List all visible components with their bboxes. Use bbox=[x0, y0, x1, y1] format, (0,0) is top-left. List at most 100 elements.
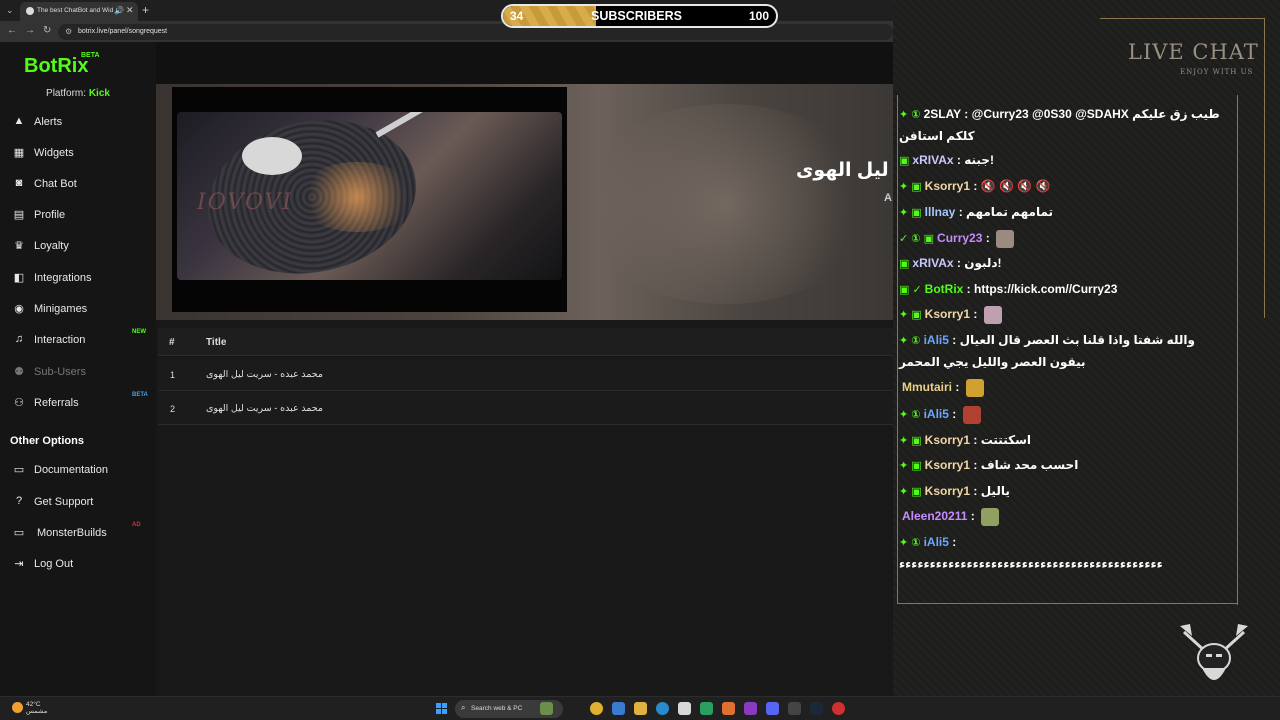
chat-separator: : bbox=[970, 179, 981, 193]
sidebar-item-label: Chat Bot bbox=[34, 178, 77, 190]
sidebar-item-referrals[interactable]: ⚇ Referrals BETA bbox=[0, 390, 156, 416]
table-row[interactable]: 2 محمد عبده - سريت ليل الهوى bbox=[158, 392, 893, 425]
chat-message: Aleen20211 : bbox=[899, 506, 1234, 527]
chat-message: ✦ ▣ lllnay : تمامهم تمامهم bbox=[899, 202, 1234, 224]
now-playing-title: ت ليل الهوى bbox=[796, 160, 893, 181]
tab-list-icon[interactable]: ⌄ bbox=[6, 5, 14, 16]
light-glare bbox=[297, 162, 417, 232]
chat-badges-icon: ✦ ▣ bbox=[899, 460, 922, 472]
book-icon: ▭ bbox=[13, 464, 25, 476]
tab-title: The best ChatBot and Widg bbox=[37, 7, 113, 14]
browser-tab[interactable]: The best ChatBot and Widg 🔊 ✕ bbox=[20, 2, 138, 21]
chat-username[interactable]: Aleen20211 bbox=[902, 509, 967, 523]
weather-temp: 42°C bbox=[26, 701, 41, 708]
chat-message: ✦ ① 2SLAY : @Curry23 @0S30 @SDAHX طيب زق … bbox=[899, 104, 1234, 147]
chat-username[interactable]: Curry23 bbox=[937, 231, 982, 245]
sidebar-item-sub-users[interactable]: ⚉ Sub-Users bbox=[0, 359, 156, 385]
sidebar-item-label: Widgets bbox=[34, 147, 74, 159]
sidebar-item-label: Integrations bbox=[34, 272, 92, 284]
sidebar-item-minigames[interactable]: ◉ Minigames bbox=[0, 296, 156, 322]
chat-username[interactable]: iAli5 bbox=[924, 333, 949, 347]
platform-value: Kick bbox=[88, 88, 110, 99]
robot-icon: ◙ bbox=[15, 177, 23, 189]
copilot-icon[interactable] bbox=[612, 702, 625, 715]
chat-username[interactable]: xRIVAx bbox=[912, 153, 953, 167]
task-view-icon[interactable] bbox=[540, 702, 553, 715]
chat-emote bbox=[962, 405, 981, 424]
sidebar-item-alerts[interactable]: ▲ Alerts bbox=[0, 109, 156, 135]
app-a-icon[interactable] bbox=[722, 702, 735, 715]
speaker-icon[interactable]: 🔊 bbox=[114, 6, 124, 15]
botrix-app: BotRix BETA Platform: Kick ▲ Alerts ▦ Wi… bbox=[0, 42, 893, 696]
table-row[interactable]: 1 محمد عبده - سريت ليل الهوى bbox=[158, 358, 893, 391]
chrome-icon[interactable] bbox=[590, 702, 603, 715]
logo[interactable]: BotRix bbox=[24, 55, 88, 78]
sidebar-item-loyalty[interactable]: ♛ Loyalty bbox=[0, 233, 156, 259]
sidebar-item-widgets[interactable]: ▦ Widgets bbox=[0, 140, 156, 166]
chat-username[interactable]: Ksorry1 bbox=[925, 484, 970, 498]
chat-message: ✦ ▣ Ksorry1 : ياليل bbox=[899, 481, 1234, 503]
sidebar-item-chat-bot[interactable]: ◙ Chat Bot bbox=[0, 171, 156, 197]
chat-message: ✦ ▣ Ksorry1 : 🔇 🔇 🔇 🔇 bbox=[899, 176, 1234, 198]
chat-text: تمامهم تمامهم bbox=[966, 205, 1054, 219]
chat-badges-icon: ✓ ① ▣ bbox=[899, 233, 935, 245]
sidebar-item-monsterbuilds[interactable]: ▭ MonsterBuilds AD bbox=[0, 520, 156, 546]
forward-icon[interactable]: → bbox=[25, 25, 35, 36]
sidebar-item-interaction[interactable]: ♫ Interaction NEW bbox=[0, 327, 156, 353]
frame-border bbox=[1237, 95, 1238, 605]
taskbar: 42°C مشمس ⌕ Search web & PC bbox=[0, 696, 1280, 720]
edge-icon[interactable] bbox=[656, 702, 669, 715]
obs-icon[interactable] bbox=[832, 702, 845, 715]
chat-username[interactable]: lllnay bbox=[925, 205, 956, 219]
search-icon: ⌕ bbox=[461, 703, 466, 712]
excel-icon[interactable] bbox=[700, 702, 713, 715]
chat-username[interactable]: 2SLAY bbox=[924, 107, 961, 121]
windows-start-icon[interactable] bbox=[436, 703, 448, 715]
new-tab-button[interactable]: + bbox=[142, 3, 149, 17]
sidebar-item-get-support[interactable]: ? Get Support bbox=[0, 489, 156, 515]
sidebar-item-log-out[interactable]: ⇥ Log Out bbox=[0, 551, 156, 577]
other-options-heading: Other Options bbox=[10, 435, 84, 447]
app-icon[interactable] bbox=[788, 702, 801, 715]
chat-message: ▣ xRIVAx : جبنه! bbox=[899, 150, 1234, 172]
chat-username[interactable]: iAli5 bbox=[924, 535, 949, 549]
new-badge: NEW bbox=[132, 329, 146, 335]
notepad-icon[interactable] bbox=[678, 702, 691, 715]
chat-badges-icon: ✦ ▣ bbox=[899, 207, 922, 219]
reload-icon[interactable]: ↻ bbox=[43, 25, 51, 36]
platform-label: Platform: bbox=[46, 88, 87, 99]
tonearm bbox=[375, 112, 509, 138]
laptop-icon: ▭ bbox=[13, 527, 25, 539]
chat-emote bbox=[983, 305, 1002, 324]
chat-separator: : bbox=[963, 282, 975, 296]
platform-indicator: Platform: Kick bbox=[0, 88, 156, 99]
chat-username[interactable]: BotRix bbox=[925, 282, 964, 296]
chat-username[interactable]: xRIVAx bbox=[912, 256, 953, 270]
chat-separator: : bbox=[970, 307, 981, 321]
chat-text: احسب محد شاف bbox=[980, 458, 1079, 472]
weather-widget[interactable]: 42°C مشمس bbox=[12, 701, 47, 715]
chat-username[interactable]: Ksorry1 bbox=[925, 307, 970, 321]
sidebar-item-integrations[interactable]: ◧ Integrations bbox=[0, 265, 156, 291]
sidebar-item-documentation[interactable]: ▭ Documentation bbox=[0, 457, 156, 483]
discord-icon[interactable] bbox=[766, 702, 779, 715]
back-icon[interactable]: ← bbox=[7, 25, 17, 36]
sidebar-item-label: Alerts bbox=[34, 116, 63, 128]
chat-badges-icon: ▣ ✓ bbox=[899, 284, 922, 296]
chat-username[interactable]: iAli5 bbox=[924, 407, 949, 421]
chat-username[interactable]: Ksorry1 bbox=[925, 433, 970, 447]
sidebar-item-profile[interactable]: ▤ Profile bbox=[0, 202, 156, 228]
chat-message: ✦ ▣ Ksorry1 : bbox=[899, 304, 1234, 326]
app-icon[interactable] bbox=[744, 702, 757, 715]
chat-username[interactable]: Ksorry1 bbox=[925, 458, 970, 472]
file-explorer-icon[interactable] bbox=[634, 702, 647, 715]
steam-icon[interactable] bbox=[810, 702, 823, 715]
chat-separator: : bbox=[948, 407, 960, 421]
sidebar: BotRix BETA Platform: Kick ▲ Alerts ▦ Wi… bbox=[0, 42, 156, 696]
chat-username[interactable]: Mmutairi bbox=[902, 380, 952, 394]
site-info-icon[interactable]: ⚙ bbox=[65, 27, 72, 36]
row-title: محمد عبده - سريت ليل الهوى bbox=[206, 369, 323, 380]
chat-message: ✦ ① iAli5 : ءءءءءءءءءءءءءءءءءءءءءءءءءءءءء… bbox=[899, 532, 1234, 575]
chat-username[interactable]: Ksorry1 bbox=[925, 179, 970, 193]
close-icon[interactable]: ✕ bbox=[126, 5, 134, 16]
